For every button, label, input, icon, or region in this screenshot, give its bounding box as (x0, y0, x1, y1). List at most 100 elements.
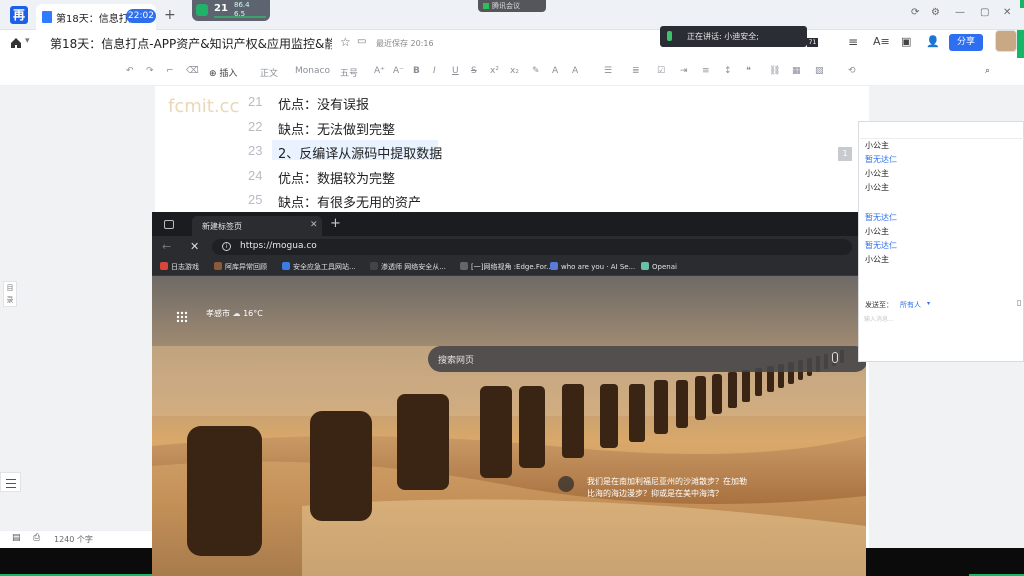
text-format-icon[interactable]: A≡ (873, 35, 890, 48)
send-to-select[interactable]: 所有人 (900, 300, 921, 310)
speaking-text: 正在讲话: 小迪安全; (687, 32, 759, 41)
stop-icon[interactable]: ✕ (190, 240, 199, 253)
window-icon[interactable] (164, 220, 174, 229)
bookmark-icon (641, 262, 649, 270)
indent-icon[interactable]: ⇥ (680, 66, 688, 76)
close-tab-icon[interactable]: ✕ (310, 220, 318, 230)
folder-icon[interactable]: ▭ (357, 36, 366, 47)
settings-icon[interactable]: ⚙ (931, 7, 940, 18)
bookmark-item[interactable]: Openai (641, 262, 677, 271)
chat-input[interactable]: 输入消息... (864, 314, 1014, 324)
outline-tab[interactable]: 目录 (3, 281, 17, 307)
line-spacing-icon[interactable]: ↕ (724, 66, 732, 76)
user-avatar[interactable] (995, 30, 1017, 52)
menu-icon[interactable]: ≡ (848, 35, 858, 49)
paragraph-style-select[interactable]: 正文 (260, 66, 278, 79)
browser-tab-label: 新建标签页 (202, 222, 242, 231)
chevron-down-icon[interactable]: ▾ (927, 300, 930, 307)
speaking-indicator: 正在讲话: 小迪安全; (660, 26, 807, 47)
microphone-icon[interactable] (832, 352, 838, 363)
more-tools-icon[interactable]: ⟲ (848, 66, 856, 76)
new-tab-button[interactable]: + (164, 7, 176, 23)
chat-message: 小公主 (865, 169, 889, 178)
document-line[interactable]: 缺点：有很多无用的资产 (278, 192, 421, 211)
highlight-icon[interactable]: ✎ (532, 66, 540, 76)
chevron-down-icon[interactable]: ▾ (25, 36, 30, 46)
bold-icon[interactable]: B (413, 66, 420, 76)
quote-icon[interactable]: ❝ (746, 66, 751, 76)
document-line[interactable]: 2、反编译从源码中提取数据 (278, 143, 442, 162)
performance-widget[interactable]: 21 86.4 6.5 (192, 0, 270, 21)
format-painter-icon[interactable]: ⌐ (166, 66, 174, 76)
refresh-icon[interactable]: ⟳ (911, 7, 919, 18)
info-icon[interactable]: i (222, 242, 231, 251)
italic-icon[interactable]: I (433, 66, 436, 76)
home-icon[interactable] (10, 37, 22, 49)
undo-icon[interactable]: ↶ (126, 66, 134, 76)
text-color-icon[interactable]: A (552, 66, 558, 76)
present-icon[interactable]: ▣ (901, 35, 911, 48)
minimize-icon[interactable]: — (955, 7, 965, 18)
checklist-icon[interactable]: ☑ (657, 66, 665, 76)
font-shrink-icon[interactable]: A⁻ (393, 66, 404, 76)
strikethrough-icon[interactable]: S (471, 66, 477, 76)
apps-grid-icon[interactable] (176, 308, 188, 327)
star-icon[interactable]: ☆ (340, 35, 351, 49)
subscript-icon[interactable]: x₂ (510, 66, 519, 76)
chat-message: 小公主 (865, 183, 889, 192)
bookmark-item[interactable]: who are you · AI Se... (550, 262, 635, 271)
search-icon[interactable] (558, 476, 574, 492)
bookmark-label: 日志游戏 (171, 263, 199, 271)
bookmark-item[interactable]: 渗透师 网络安全从... (370, 262, 446, 272)
page-view-icon[interactable]: ▤ (12, 533, 21, 543)
document-line[interactable]: 缺点：无法做到完整 (278, 119, 395, 138)
share-button[interactable]: 分享 (949, 34, 983, 51)
address-bar[interactable]: i https://mogua.co (212, 239, 852, 255)
file-icon[interactable]: ▯ (1017, 298, 1021, 307)
underline-icon[interactable]: U (452, 66, 459, 76)
bookmark-item[interactable]: 安全应急工具网站... (282, 262, 356, 272)
font-color-icon[interactable]: A (572, 66, 578, 76)
superscript-icon[interactable]: x² (490, 66, 499, 76)
document-title[interactable]: 第18天：信息打点-APP资产&知识产权&应用监控&静态... (50, 35, 332, 52)
browser-new-tab-button[interactable]: + (330, 216, 341, 231)
bullet-list-icon[interactable]: ☰ (604, 66, 612, 76)
search-input[interactable]: 搜索网页 (428, 346, 866, 372)
table-icon[interactable]: ▦ (792, 66, 801, 76)
image-icon[interactable]: ▨ (815, 66, 824, 76)
back-icon[interactable]: ← (162, 240, 171, 253)
weather-widget[interactable]: 孝感市 ☁ 16°C (206, 308, 263, 319)
numbered-list-icon[interactable]: ≣ (632, 66, 640, 76)
clear-format-icon[interactable]: ⌫ (186, 66, 199, 76)
font-grow-icon[interactable]: A⁺ (374, 66, 385, 76)
font-select[interactable]: Monaco (295, 66, 330, 76)
performance-score: 21 (214, 3, 228, 14)
outline-toggle-button[interactable] (0, 472, 21, 492)
bookmark-item[interactable]: [一]网络视角 :Edge.For... (460, 262, 553, 272)
document-line[interactable]: 优点：数据较为完整 (278, 168, 395, 187)
line-number: 23 (248, 143, 263, 158)
bookmark-label: 渗透师 网络安全从... (381, 263, 446, 271)
print-icon[interactable]: ⎙ (33, 533, 40, 543)
font-size-select[interactable]: 五号 (340, 66, 358, 79)
meeting-indicator[interactable]: 腾讯会议 (478, 0, 546, 12)
browser-tab[interactable]: 新建标签页 ✕ (192, 216, 322, 236)
signal-icon (483, 3, 489, 9)
align-icon[interactable]: ≡ (702, 66, 710, 76)
green-edge (1017, 30, 1024, 58)
clock-badge: 22:02 (126, 9, 156, 23)
redo-icon[interactable]: ↷ (146, 66, 154, 76)
word-count[interactable]: 1240 个字 (54, 534, 93, 545)
link-icon[interactable]: ⛓ (769, 66, 780, 76)
search-icon[interactable]: ⌕ (985, 66, 990, 76)
add-user-icon[interactable]: 👤 (926, 35, 940, 48)
bookmark-item[interactable]: 日志游戏 (160, 262, 199, 272)
maximize-icon[interactable]: ▢ (980, 7, 989, 18)
insert-menu[interactable]: ⊕ 插入 (209, 66, 237, 79)
app-logo[interactable]: 再 (10, 6, 28, 24)
bookmark-icon (160, 262, 168, 270)
image-caption[interactable]: 我们是在南加利福尼亚州的沙滩散步？在加勒比海的海边漫步？抑或是在美中海湾？ (587, 476, 752, 500)
bookmark-item[interactable]: 阿库异常回顾 (214, 262, 267, 272)
document-line[interactable]: 优点：没有误报 (278, 94, 369, 113)
close-icon[interactable]: ✕ (1003, 7, 1011, 18)
